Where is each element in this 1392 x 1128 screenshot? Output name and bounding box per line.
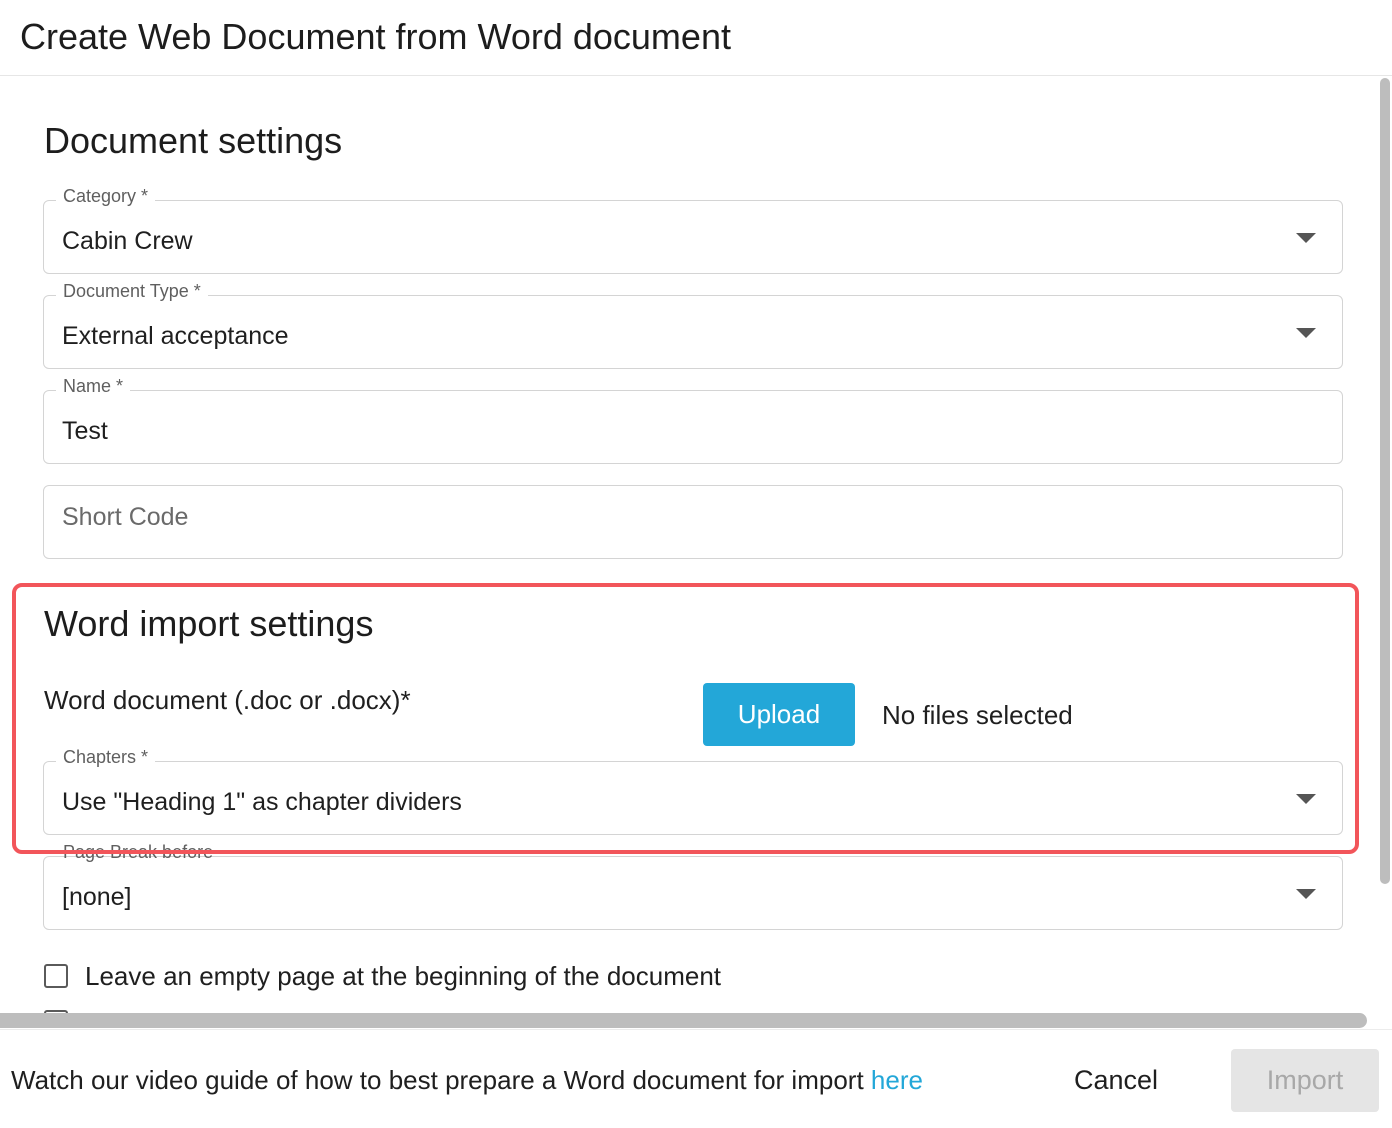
chevron-down-icon	[1296, 889, 1316, 899]
short-code-placeholder: Short Code	[62, 503, 189, 531]
cancel-button[interactable]: Cancel	[1060, 1058, 1172, 1102]
upload-status: No files selected	[882, 700, 1073, 730]
chevron-down-icon	[1296, 794, 1316, 804]
checkbox-icon[interactable]	[44, 964, 68, 988]
category-select[interactable]: Category * Cabin Crew	[43, 186, 1343, 274]
empty-page-checkbox-label: Leave an empty page at the beginning of …	[85, 960, 722, 991]
word-import-settings-heading: Word import settings	[44, 603, 374, 644]
page-break-before-label: Page Break before	[63, 842, 214, 862]
horizontal-scrollbar[interactable]	[0, 1013, 1367, 1028]
document-type-select[interactable]: Document Type * External acceptance	[43, 281, 1343, 369]
video-guide-message: Watch our video guide of how to best pre…	[11, 1065, 871, 1095]
empty-page-checkbox-row[interactable]: Leave an empty page at the beginning of …	[44, 961, 721, 991]
document-settings-heading: Document settings	[44, 120, 343, 161]
chapters-select[interactable]: Chapters * Use "Heading 1" as chapter di…	[43, 747, 1343, 835]
name-value[interactable]: Test	[62, 417, 108, 446]
page-break-before-select[interactable]: Page Break before [none]	[43, 842, 1343, 930]
dialog-content: Document settings Category * Cabin Crew …	[0, 76, 1378, 1014]
category-label: Category *	[56, 186, 156, 207]
upload-button[interactable]: Upload	[703, 683, 855, 746]
video-guide-link[interactable]: here	[871, 1065, 923, 1095]
chapters-value: Use "Heading 1" as chapter dividers	[62, 788, 462, 816]
page-break-before-value: [none]	[62, 883, 132, 911]
import-button[interactable]: Import	[1231, 1049, 1379, 1112]
document-type-value: External acceptance	[62, 322, 289, 350]
chapters-label: Chapters *	[56, 747, 156, 768]
name-field[interactable]: Name * Test	[43, 376, 1343, 464]
name-label: Name *	[56, 376, 131, 397]
category-value: Cabin Crew	[62, 227, 193, 255]
document-type-label: Document Type *	[56, 281, 208, 302]
chevron-down-icon	[1296, 233, 1316, 243]
dialog-title: Create Web Document from Word document	[20, 16, 731, 57]
vertical-scrollbar[interactable]	[1380, 78, 1390, 884]
footer-divider	[0, 1029, 1392, 1030]
video-guide-text: Watch our video guide of how to best pre…	[11, 1065, 923, 1096]
short-code-field[interactable]: Short Code	[43, 485, 1343, 559]
word-document-label: Word document (.doc or .docx)*	[44, 685, 411, 715]
chevron-down-icon	[1296, 328, 1316, 338]
